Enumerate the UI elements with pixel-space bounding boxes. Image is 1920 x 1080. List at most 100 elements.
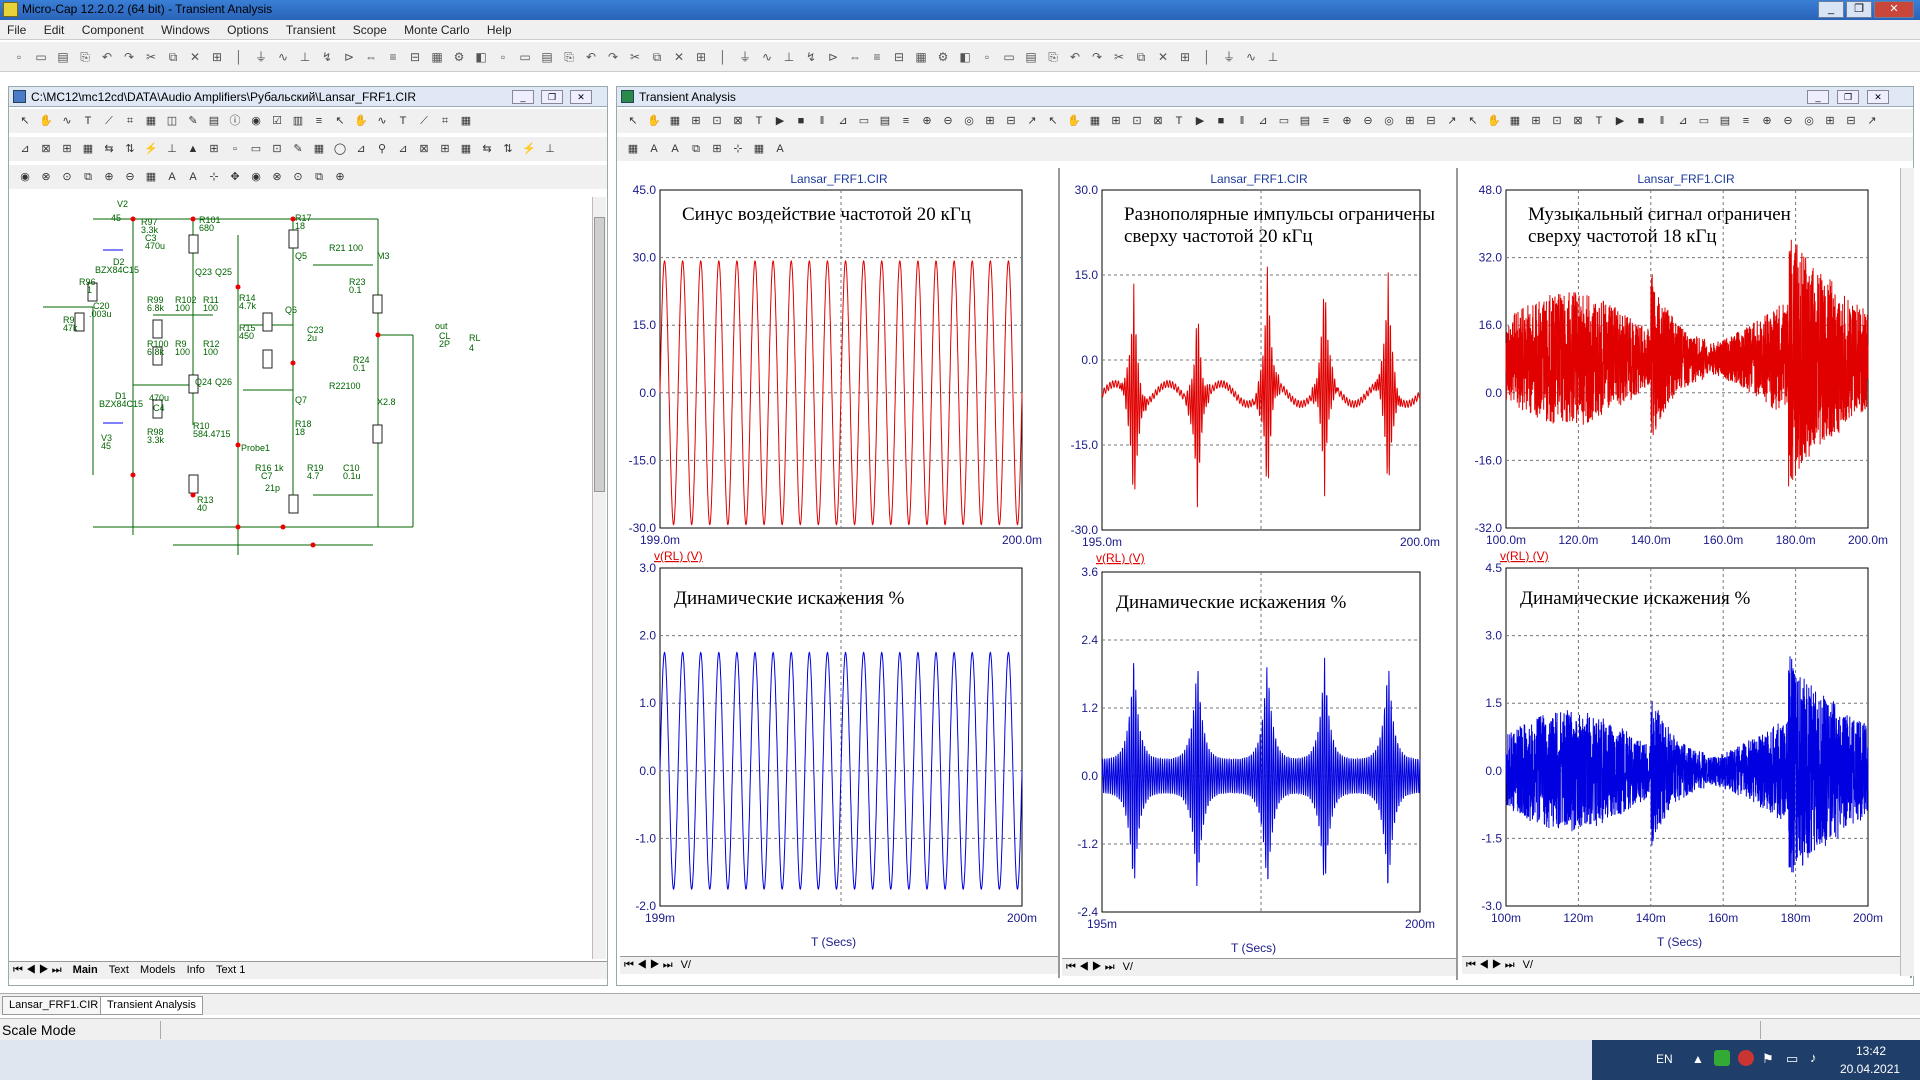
minimize-button[interactable]: _ — [1818, 1, 1844, 18]
toolbar-button-icon[interactable]: ⊠ — [1570, 113, 1586, 129]
toolbar-button-icon[interactable]: ▭ — [32, 48, 50, 66]
toolbar-button-icon[interactable]: ∿ — [758, 48, 776, 66]
toolbar-button-icon[interactable]: ✋ — [353, 113, 369, 129]
clock-time[interactable]: 13:42 — [1856, 1044, 1886, 1058]
doc-tab-transient[interactable]: Transient Analysis — [100, 996, 203, 1015]
toolbar-button-icon[interactable]: ⊡ — [1549, 113, 1565, 129]
toolbar-button-icon[interactable]: ⇅ — [500, 141, 516, 157]
toolbar-button-icon[interactable]: ✕ — [186, 48, 204, 66]
toolbar-button-icon[interactable]: ▦ — [311, 141, 327, 157]
language-indicator[interactable]: EN — [1656, 1052, 1673, 1066]
tab-text[interactable]: Text — [105, 962, 133, 978]
toolbar-button-icon[interactable]: ⊿ — [395, 141, 411, 157]
toolbar-button-icon[interactable]: A — [164, 169, 180, 185]
toolbar-button-icon[interactable]: ◉ — [248, 113, 264, 129]
toolbar-button-icon[interactable]: ⊟ — [890, 48, 908, 66]
toolbar-button-icon[interactable]: ⟋ — [416, 113, 432, 129]
toolbar-button-icon[interactable]: ⊕ — [919, 113, 935, 129]
toolbar-button-icon[interactable]: A — [667, 141, 683, 157]
toolbar-button-icon[interactable]: ⊞ — [59, 141, 75, 157]
toolbar-button-icon[interactable]: ◎ — [1381, 113, 1397, 129]
tab-models[interactable]: Models — [136, 962, 179, 978]
toolbar-button-icon[interactable]: ⊞ — [709, 141, 725, 157]
toolbar-button-icon[interactable]: │ — [230, 48, 248, 66]
toolbar-button-icon[interactable]: ⊞ — [688, 113, 704, 129]
toolbar-button-icon[interactable]: ≡ — [1318, 113, 1334, 129]
toolbar-button-icon[interactable]: ⊞ — [208, 48, 226, 66]
toolbar-button-icon[interactable]: ≡ — [1738, 113, 1754, 129]
toolbar-button-icon[interactable]: ⊞ — [1402, 113, 1418, 129]
toolbar-button-icon[interactable]: ⊿ — [1675, 113, 1691, 129]
toolbar-button-icon[interactable]: ☑ — [269, 113, 285, 129]
toolbar-button-icon[interactable]: ◫ — [164, 113, 180, 129]
toolbar-button-icon[interactable]: ⌗ — [122, 113, 138, 129]
toolbar-button-icon[interactable]: ↗ — [1864, 113, 1880, 129]
toolbar-button-icon[interactable]: ✋ — [1066, 113, 1082, 129]
transient-close-button[interactable]: ✕ — [1867, 90, 1889, 104]
toolbar-button-icon[interactable]: ⧉ — [311, 169, 327, 185]
toolbar-button-icon[interactable]: A — [772, 141, 788, 157]
toolbar-button-icon[interactable]: ✋ — [1486, 113, 1502, 129]
toolbar-button-icon[interactable]: ↶ — [98, 48, 116, 66]
toolbar-button-icon[interactable]: ▤ — [206, 113, 222, 129]
toolbar-button-icon[interactable]: ↷ — [604, 48, 622, 66]
toolbar-button-icon[interactable]: ✂ — [142, 48, 160, 66]
toolbar-button-icon[interactable]: ⊞ — [437, 141, 453, 157]
toolbar-button-icon[interactable]: ⊿ — [353, 141, 369, 157]
toolbar-button-icon[interactable]: ▦ — [912, 48, 930, 66]
toolbar-button-icon[interactable]: ⧉ — [1132, 48, 1150, 66]
toolbar-button-icon[interactable]: ⊿ — [835, 113, 851, 129]
toolbar-button-icon[interactable]: ▶ — [1612, 113, 1628, 129]
toolbar-button-icon[interactable]: ‖ — [814, 113, 830, 129]
toolbar-button-icon[interactable]: ≡ — [384, 48, 402, 66]
toolbar-button-icon[interactable]: ↯ — [318, 48, 336, 66]
page-nav[interactable]: ⏮ ◀ ▶ ⏭ — [1062, 959, 1119, 976]
toolbar-button-icon[interactable]: ⇅ — [122, 141, 138, 157]
nvidia-icon[interactable] — [1714, 1050, 1730, 1066]
toolbar-button-icon[interactable]: ⊳ — [824, 48, 842, 66]
toolbar-button-icon[interactable]: ⎘ — [1044, 48, 1062, 66]
toolbar-button-icon[interactable]: ◧ — [956, 48, 974, 66]
plot-panel-3[interactable]: Lansar_FRF1.CIR 48.0 32.0 16.0 0.0 -16.0 -32.0… — [1462, 168, 1912, 978]
toolbar-button-icon[interactable]: ▲ — [185, 141, 201, 157]
flag-icon[interactable]: ⚑ — [1762, 1051, 1774, 1067]
toolbar-button-icon[interactable]: ↖ — [332, 113, 348, 129]
toolbar-button-icon[interactable]: ⊖ — [1780, 113, 1796, 129]
menu-monte-carlo[interactable]: Monte Carlo — [397, 20, 476, 37]
toolbar-button-icon[interactable]: ⚙ — [934, 48, 952, 66]
toolbar-button-icon[interactable]: ↗ — [1444, 113, 1460, 129]
toolbar-button-icon[interactable]: ⎘ — [76, 48, 94, 66]
toolbar-button-icon[interactable]: ▤ — [538, 48, 556, 66]
page-nav[interactable]: ⏮ ◀ ▶ ⏭ — [1462, 957, 1519, 974]
toolbar-button-icon[interactable]: ▫ — [494, 48, 512, 66]
toolbar-button-icon[interactable]: ⚡ — [521, 141, 537, 157]
toolbar-button-icon[interactable]: ⊠ — [38, 141, 54, 157]
toolbar-button-icon[interactable]: ✂ — [626, 48, 644, 66]
toolbar-button-icon[interactable]: ∿ — [274, 48, 292, 66]
toolbar-button-icon[interactable]: ↶ — [582, 48, 600, 66]
toolbar-button-icon[interactable]: ⊗ — [269, 169, 285, 185]
tab-info[interactable]: Info — [183, 962, 209, 978]
resistor[interactable] — [262, 349, 273, 369]
toolbar-button-icon[interactable]: ↷ — [120, 48, 138, 66]
toolbar-button-icon[interactable]: ⎘ — [560, 48, 578, 66]
transient-scrollbar[interactable] — [1900, 168, 1914, 976]
toolbar-button-icon[interactable]: T — [751, 113, 767, 129]
toolbar-button-icon[interactable]: ↷ — [1088, 48, 1106, 66]
toolbar-button-icon[interactable]: ▭ — [1000, 48, 1018, 66]
toolbar-button-icon[interactable]: ▭ — [856, 113, 872, 129]
toolbar-button-icon[interactable]: ⧉ — [80, 169, 96, 185]
toolbar-button-icon[interactable]: ▦ — [458, 141, 474, 157]
clock-date[interactable]: 20.04.2021 — [1840, 1062, 1900, 1076]
toolbar-button-icon[interactable]: ⊿ — [17, 141, 33, 157]
toolbar-button-icon[interactable]: ▭ — [248, 141, 264, 157]
plot-svg[interactable]: 45.030.015.00.0-15.0-30.0199.0m 200.0mСин… — [620, 168, 1060, 956]
toolbar-button-icon[interactable]: ▦ — [1087, 113, 1103, 129]
toolbar-button-icon[interactable]: A — [185, 169, 201, 185]
toolbar-button-icon[interactable]: ⊖ — [940, 113, 956, 129]
toolbar-button-icon[interactable]: ⧉ — [648, 48, 666, 66]
toolbar-button-icon[interactable]: ▭ — [1696, 113, 1712, 129]
toolbar-button-icon[interactable]: ⏚ — [252, 48, 270, 66]
toolbar-button-icon[interactable]: ⊟ — [1843, 113, 1859, 129]
resistor[interactable] — [288, 229, 299, 249]
